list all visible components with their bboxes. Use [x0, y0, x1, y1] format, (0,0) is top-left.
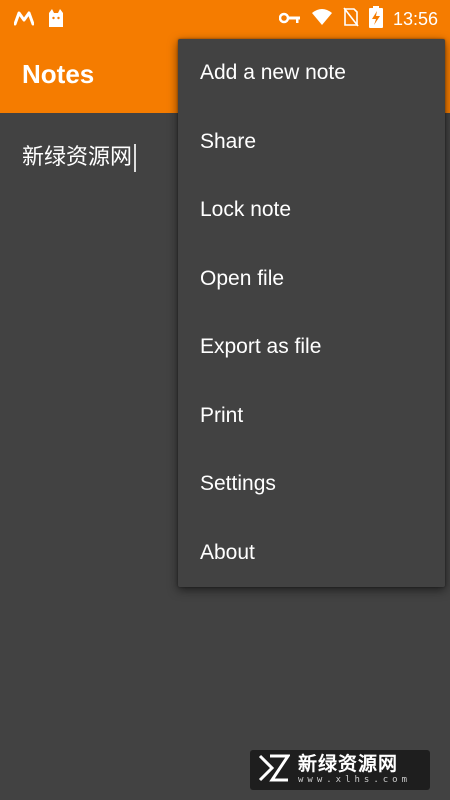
menu-item-settings[interactable]: Settings [178, 450, 445, 519]
text-caret [134, 144, 137, 172]
battery-charging-icon [368, 6, 383, 32]
app-title: Notes [22, 59, 95, 89]
cat-icon [46, 8, 66, 32]
menu-item-add-new-note[interactable]: Add a new note [178, 39, 445, 108]
key-icon [278, 10, 301, 29]
status-time: 13:56 [392, 8, 438, 29]
watermark: 新绿资源网 www.xlhs.com [250, 750, 430, 790]
menu-item-print[interactable]: Print [178, 382, 445, 451]
overflow-menu: Add a new note Share Lock note Open file… [178, 39, 445, 587]
note-content: 新绿资源网 [22, 145, 133, 170]
menu-item-open-file[interactable]: Open file [178, 245, 445, 314]
status-bar: 13:56 [0, 0, 450, 37]
no-sim-icon [343, 7, 359, 31]
m-logo-icon [13, 10, 35, 30]
menu-item-share[interactable]: Share [178, 108, 445, 177]
menu-item-export-as-file[interactable]: Export as file [178, 313, 445, 382]
wifi-icon [311, 8, 333, 30]
note-text-field[interactable]: 新绿资源网 [22, 139, 137, 172]
menu-item-lock-note[interactable]: Lock note [178, 176, 445, 245]
watermark-url: www.xlhs.com [298, 775, 412, 785]
menu-item-about[interactable]: About [178, 519, 445, 588]
watermark-logo-icon [258, 753, 291, 787]
status-right-icons: 13:56 [278, 6, 438, 32]
watermark-title: 新绿资源网 [298, 753, 399, 775]
status-left-icons [13, 8, 66, 32]
watermark-text: 新绿资源网 www.xlhs.com [298, 755, 411, 785]
